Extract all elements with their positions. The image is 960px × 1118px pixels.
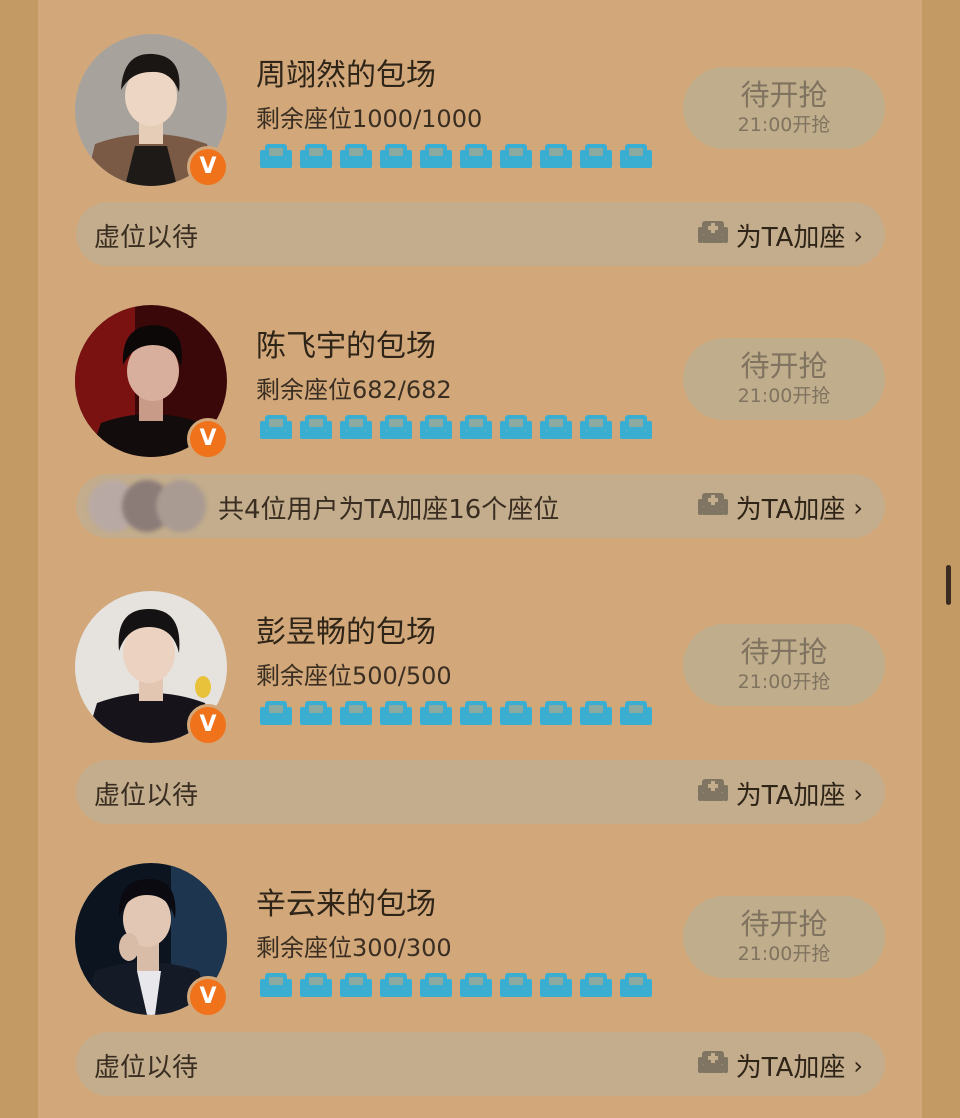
chevron-right-icon: › bbox=[853, 493, 863, 522]
armchair-icon bbox=[300, 142, 332, 170]
armchair-icon bbox=[540, 413, 572, 441]
remaining-seats: 剩余座位1000/1000 bbox=[256, 105, 483, 133]
wait-to-grab-button[interactable]: 待开抢 21:00开抢 bbox=[683, 896, 885, 978]
event-title: 陈飞宇的包场 bbox=[256, 329, 436, 364]
verified-v-icon: V bbox=[187, 704, 229, 746]
armchair-icon bbox=[500, 971, 532, 999]
event-title: 辛云来的包场 bbox=[256, 887, 436, 922]
verified-v-icon: V bbox=[187, 146, 229, 188]
armchair-icon bbox=[580, 142, 612, 170]
seat-icon-row bbox=[260, 142, 652, 170]
add-seat-link[interactable]: 为TA加座 › bbox=[697, 1047, 863, 1084]
button-label: 待开抢 bbox=[740, 78, 828, 112]
armchair-icon bbox=[620, 971, 652, 999]
button-time: 21:00开抢 bbox=[737, 943, 831, 965]
armchair-icon bbox=[260, 971, 292, 999]
armchair-icon bbox=[620, 413, 652, 441]
button-label: 待开抢 bbox=[740, 907, 828, 941]
armchair-icon bbox=[420, 142, 452, 170]
verified-v-icon: V bbox=[187, 976, 229, 1018]
add-seat-icon bbox=[697, 219, 728, 252]
event-title: 彭昱畅的包场 bbox=[256, 615, 436, 650]
chevron-right-icon: › bbox=[853, 1051, 863, 1080]
armchair-icon bbox=[300, 971, 332, 999]
chevron-right-icon: › bbox=[853, 779, 863, 808]
support-bar[interactable]: 虚位以待 为TA加座 › bbox=[76, 760, 885, 824]
support-text: 虚位以待 bbox=[94, 781, 199, 811]
armchair-icon bbox=[340, 413, 372, 441]
add-seat-label: 为TA加座 bbox=[735, 781, 846, 811]
armchair-icon bbox=[380, 413, 412, 441]
armchair-icon bbox=[580, 699, 612, 727]
armchair-icon bbox=[300, 413, 332, 441]
seat-icon-row bbox=[260, 413, 652, 441]
armchair-icon bbox=[380, 971, 412, 999]
armchair-icon bbox=[340, 971, 372, 999]
armchair-icon bbox=[420, 699, 452, 727]
armchair-icon bbox=[300, 699, 332, 727]
wait-to-grab-button[interactable]: 待开抢 21:00开抢 bbox=[683, 338, 885, 420]
button-time: 21:00开抢 bbox=[737, 385, 831, 407]
armchair-icon bbox=[500, 142, 532, 170]
armchair-icon bbox=[340, 142, 372, 170]
event-title: 周翊然的包场 bbox=[256, 58, 436, 93]
verified-v-icon: V bbox=[187, 418, 229, 460]
add-seat-link[interactable]: 为TA加座 › bbox=[697, 775, 863, 812]
armchair-icon bbox=[500, 699, 532, 727]
support-text: 虚位以待 bbox=[94, 1053, 199, 1083]
armchair-icon bbox=[380, 699, 412, 727]
remaining-seats: 剩余座位300/300 bbox=[256, 934, 452, 962]
add-seat-label: 为TA加座 bbox=[735, 495, 846, 525]
armchair-icon bbox=[580, 413, 612, 441]
armchair-icon bbox=[380, 142, 412, 170]
armchair-icon bbox=[460, 413, 492, 441]
armchair-icon bbox=[620, 699, 652, 727]
seat-icon-row bbox=[260, 971, 652, 999]
seat-icon-row bbox=[260, 699, 652, 727]
support-text: 虚位以待 bbox=[94, 223, 199, 253]
supporter-avatars bbox=[88, 480, 208, 532]
button-time: 21:00开抢 bbox=[737, 671, 831, 693]
armchair-icon bbox=[500, 413, 532, 441]
add-seat-link[interactable]: 为TA加座 › bbox=[697, 489, 863, 526]
support-bar[interactable]: 共4位用户为TA加座16个座位 为TA加座 › bbox=[76, 474, 885, 538]
add-seat-label: 为TA加座 bbox=[735, 1053, 846, 1083]
event-card: V 辛云来的包场 剩余座位300/300 待开抢 21:00开抢 虚位以待 为T… bbox=[38, 830, 922, 1104]
add-seat-icon bbox=[697, 491, 728, 524]
support-bar[interactable]: 虚位以待 为TA加座 › bbox=[76, 1032, 885, 1096]
support-bar[interactable]: 虚位以待 为TA加座 › bbox=[76, 202, 885, 266]
add-seat-label: 为TA加座 bbox=[735, 223, 846, 253]
armchair-icon bbox=[260, 699, 292, 727]
button-time: 21:00开抢 bbox=[737, 114, 831, 136]
event-list-panel: V 周翊然的包场 剩余座位1000/1000 待开抢 21:00开抢 虚位以待 … bbox=[38, 0, 922, 1118]
armchair-icon bbox=[340, 699, 372, 727]
armchair-icon bbox=[260, 413, 292, 441]
event-card: V 彭昱畅的包场 剩余座位500/500 待开抢 21:00开抢 虚位以待 为T… bbox=[38, 558, 922, 832]
add-seat-link[interactable]: 为TA加座 › bbox=[697, 217, 863, 254]
button-label: 待开抢 bbox=[740, 635, 828, 669]
chevron-right-icon: › bbox=[853, 221, 863, 250]
armchair-icon bbox=[460, 699, 492, 727]
remaining-seats: 剩余座位500/500 bbox=[256, 662, 452, 690]
event-card: V 陈飞宇的包场 剩余座位682/682 待开抢 21:00开抢 共4位用户为T… bbox=[38, 272, 922, 546]
event-card: V 周翊然的包场 剩余座位1000/1000 待开抢 21:00开抢 虚位以待 … bbox=[38, 0, 922, 274]
button-label: 待开抢 bbox=[740, 349, 828, 383]
wait-to-grab-button[interactable]: 待开抢 21:00开抢 bbox=[683, 67, 885, 149]
armchair-icon bbox=[420, 971, 452, 999]
armchair-icon bbox=[260, 142, 292, 170]
armchair-icon bbox=[540, 971, 572, 999]
wait-to-grab-button[interactable]: 待开抢 21:00开抢 bbox=[683, 624, 885, 706]
armchair-icon bbox=[460, 142, 492, 170]
add-seat-icon bbox=[697, 777, 728, 810]
add-seat-icon bbox=[697, 1049, 728, 1082]
armchair-icon bbox=[420, 413, 452, 441]
scrollbar-thumb[interactable] bbox=[946, 565, 951, 605]
armchair-icon bbox=[580, 971, 612, 999]
remaining-seats: 剩余座位682/682 bbox=[256, 376, 452, 404]
armchair-icon bbox=[540, 142, 572, 170]
armchair-icon bbox=[620, 142, 652, 170]
support-text: 共4位用户为TA加座16个座位 bbox=[218, 495, 560, 525]
armchair-icon bbox=[540, 699, 572, 727]
armchair-icon bbox=[460, 971, 492, 999]
